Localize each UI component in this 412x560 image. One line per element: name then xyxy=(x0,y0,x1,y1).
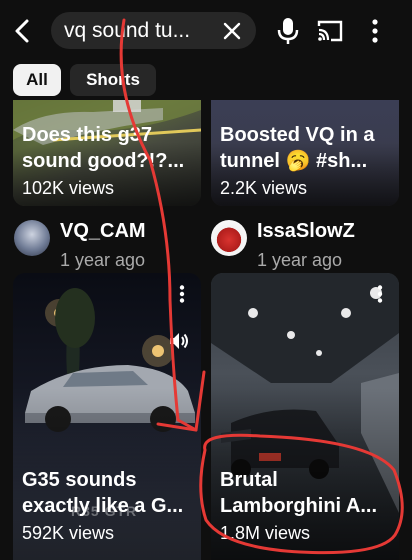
view-count: 1.8M views xyxy=(220,523,311,543)
channel-name[interactable]: IssaSlowZ xyxy=(257,220,355,243)
short-card[interactable]: Boosted VQ in a tunnel 🥱 #sh... 2.2K vie… xyxy=(211,100,399,206)
short-card[interactable]: Brutal Lamborghini A... 1.8M views xyxy=(211,273,399,560)
channel-row[interactable]: IssaSlowZ 1 year ago xyxy=(211,220,401,280)
cast-icon[interactable] xyxy=(316,19,344,43)
more-vertical-icon[interactable] xyxy=(368,18,382,44)
filter-chips: All Shorts xyxy=(0,62,412,100)
avatar[interactable] xyxy=(211,220,247,256)
view-count: 2.2K views xyxy=(220,178,308,198)
short-card[interactable]: Does this g37 sound good?!?... 102K view… xyxy=(13,100,201,206)
close-icon[interactable] xyxy=(221,20,243,42)
more-vertical-icon[interactable] xyxy=(377,285,383,303)
avatar[interactable] xyxy=(14,220,50,256)
chip-shorts[interactable]: Shorts xyxy=(70,64,156,96)
upload-age: 1 year ago xyxy=(60,250,146,270)
chip-all[interactable]: All xyxy=(13,64,61,96)
arrow-left-icon[interactable] xyxy=(10,18,36,44)
search-input[interactable]: vq sound tu... xyxy=(51,12,256,49)
plate-watermark: R35 GTR xyxy=(71,503,138,519)
top-bar: vq sound tu... xyxy=(0,0,412,62)
microphone-icon[interactable] xyxy=(275,17,301,45)
channel-row[interactable]: VQ_CAM 1 year ago xyxy=(14,220,204,280)
view-count: 102K views xyxy=(22,178,115,198)
upload-age: 1 year ago xyxy=(257,250,343,270)
search-query[interactable]: vq sound tu... xyxy=(64,19,214,43)
speaker-icon[interactable] xyxy=(167,329,191,353)
more-vertical-icon[interactable] xyxy=(179,285,185,303)
view-count: 592K views xyxy=(22,523,115,543)
short-card[interactable]: G35 sounds exactly like a G... R35 GTR 5… xyxy=(13,273,201,560)
video-title[interactable]: Does this g37 sound good?!?... xyxy=(22,122,197,174)
video-title[interactable]: Brutal Lamborghini A... xyxy=(220,467,395,519)
channel-name[interactable]: VQ_CAM xyxy=(60,220,146,243)
video-title[interactable]: Boosted VQ in a tunnel 🥱 #sh... xyxy=(220,122,395,174)
